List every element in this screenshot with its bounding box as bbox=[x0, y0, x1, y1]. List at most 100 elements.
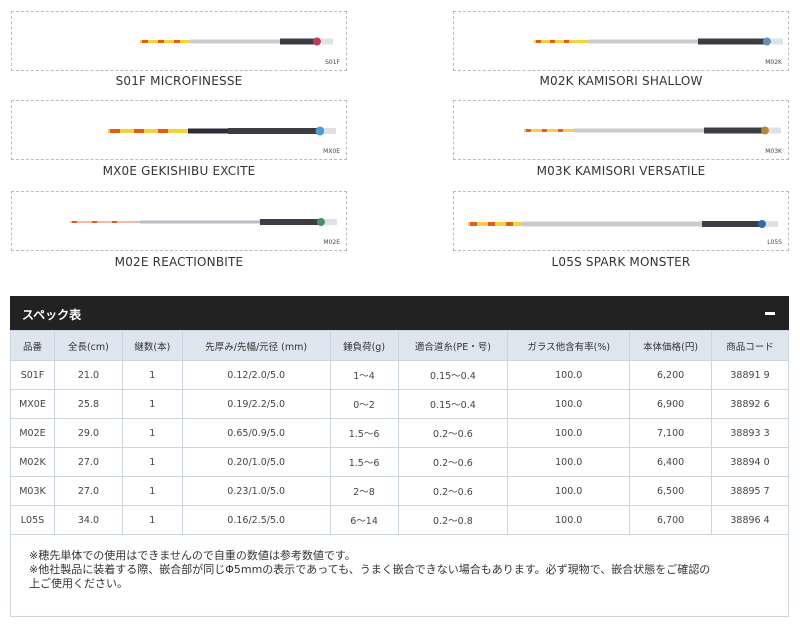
table-cell: 1 bbox=[121, 505, 183, 535]
table-row: M03K 27.0 1 0.23/1.0/5.0 2～8 0.2～0.6 100… bbox=[10, 476, 789, 506]
table-cell: 38893 3 bbox=[711, 418, 789, 448]
table-row: M02E 29.0 1 0.65/0.9/5.0 1.5～6 0.2～0.6 1… bbox=[10, 418, 789, 448]
table-cell: 7,100 bbox=[629, 418, 713, 448]
table-cell: 0～2 bbox=[329, 389, 399, 419]
rod-tip-image bbox=[70, 218, 337, 226]
table-cell: 1 bbox=[121, 418, 183, 448]
note-line: ※他社製品に装着する際、嵌合部が同じΦ5mmの表示であっても、うまく嵌合できない… bbox=[29, 563, 711, 576]
table-cell: 1～4 bbox=[329, 360, 399, 390]
table-cell: 1 bbox=[121, 389, 183, 419]
product-card-m02k[interactable]: M02K bbox=[453, 11, 789, 71]
rod-tip-image bbox=[108, 126, 336, 136]
product-name[interactable]: S01F MICROFINESSE bbox=[11, 74, 347, 88]
table-cell: 38891 9 bbox=[711, 360, 789, 390]
table-cell: 6,200 bbox=[629, 360, 713, 390]
column-header: 継数(本) bbox=[121, 330, 183, 361]
table-cell: 6,500 bbox=[629, 476, 713, 506]
table-cell: 1.5～6 bbox=[329, 447, 399, 477]
column-header: 先厚み/先幅/元径 (mm) bbox=[181, 330, 331, 361]
table-cell: 0.2～0.8 bbox=[397, 505, 509, 535]
table-cell: 6,700 bbox=[629, 505, 713, 535]
note-line: 上ご使用ください。 bbox=[29, 577, 128, 590]
table-cell: 0.15～0.4 bbox=[397, 389, 509, 419]
table-cell: 27.0 bbox=[53, 447, 123, 477]
table-cell: 38895 7 bbox=[711, 476, 789, 506]
table-cell: S01F bbox=[10, 360, 55, 390]
table-cell: 6,400 bbox=[629, 447, 713, 477]
product-card-mx0e[interactable]: MX0E bbox=[11, 100, 347, 160]
table-cell: 1 bbox=[121, 447, 183, 477]
column-header: 適合道糸(PE・号) bbox=[397, 330, 509, 361]
product-code-label: M02K bbox=[765, 59, 782, 66]
table-cell: 0.23/1.0/5.0 bbox=[181, 476, 331, 506]
table-cell: M02E bbox=[10, 418, 55, 448]
table-cell: 0.2～0.6 bbox=[397, 476, 509, 506]
spec-header[interactable]: スペック表 bbox=[10, 296, 789, 330]
column-header: ガラス他含有率(%) bbox=[507, 330, 631, 361]
product-code-label: L05S bbox=[767, 239, 782, 246]
table-cell: 6～14 bbox=[329, 505, 399, 535]
table-cell: 34.0 bbox=[53, 505, 123, 535]
table-header-row: 品番 全長(cm) 継数(本) 先厚み/先幅/元径 (mm) 錘負荷(g) 適合… bbox=[10, 330, 789, 361]
product-name[interactable]: L05S SPARK MONSTER bbox=[453, 255, 789, 269]
table-cell: 29.0 bbox=[53, 418, 123, 448]
table-row: S01F 21.0 1 0.12/2.0/5.0 1～4 0.15～0.4 10… bbox=[10, 360, 789, 390]
product-card-m02e[interactable]: M02E bbox=[11, 191, 347, 251]
table-cell: 100.0 bbox=[507, 360, 631, 390]
table-cell: 0.12/2.0/5.0 bbox=[181, 360, 331, 390]
spec-section: スペック表 品番 全長(cm) 継数(本) 先厚み/先幅/元径 (mm) 錘負荷… bbox=[10, 296, 789, 617]
rod-tip-image bbox=[468, 220, 778, 228]
table-cell: 0.15～0.4 bbox=[397, 360, 509, 390]
table-cell: 100.0 bbox=[507, 505, 631, 535]
table-cell: 100.0 bbox=[507, 476, 631, 506]
note-line: ※穂先単体での使用はできませんので自重の数値は参考数値です。 bbox=[29, 549, 356, 562]
table-cell: 1 bbox=[121, 476, 183, 506]
rod-tip-image bbox=[140, 37, 333, 46]
product-name[interactable]: M02K KAMISORI SHALLOW bbox=[453, 74, 789, 88]
product-code-label: M02E bbox=[323, 239, 340, 246]
spec-notes: ※穂先単体での使用はできませんので自重の数値は参考数値です。 ※他社製品に装着す… bbox=[10, 535, 789, 617]
table-cell: M03K bbox=[10, 476, 55, 506]
table-cell: MX0E bbox=[10, 389, 55, 419]
column-header: 本体価格(円) bbox=[629, 330, 713, 361]
product-code-label: S01F bbox=[325, 59, 340, 66]
product-card-l05s[interactable]: L05S bbox=[453, 191, 789, 251]
product-name[interactable]: MX0E GEKISHIBU EXCITE bbox=[11, 164, 347, 178]
table-cell: 21.0 bbox=[53, 360, 123, 390]
product-code-label: M03K bbox=[765, 148, 782, 155]
table-cell: 0.2～0.6 bbox=[397, 418, 509, 448]
table-cell: 2～8 bbox=[329, 476, 399, 506]
table-cell: 100.0 bbox=[507, 389, 631, 419]
table-cell: 0.19/2.2/5.0 bbox=[181, 389, 331, 419]
table-cell: M02K bbox=[10, 447, 55, 477]
table-row: M02K 27.0 1 0.20/1.0/5.0 1.5～6 0.2～0.6 1… bbox=[10, 447, 789, 477]
product-code-label: MX0E bbox=[323, 148, 340, 155]
table-cell: 6,900 bbox=[629, 389, 713, 419]
table-cell: 0.20/1.0/5.0 bbox=[181, 447, 331, 477]
column-header: 錘負荷(g) bbox=[329, 330, 399, 361]
table-cell: 38892 6 bbox=[711, 389, 789, 419]
table-row: L05S 34.0 1 0.16/2.5/5.0 6～14 0.2～0.8 10… bbox=[10, 505, 789, 535]
table-cell: 0.16/2.5/5.0 bbox=[181, 505, 331, 535]
product-card-m03k[interactable]: M03K bbox=[453, 100, 789, 160]
table-cell: 38896 4 bbox=[711, 505, 789, 535]
table-cell: 0.2～0.6 bbox=[397, 447, 509, 477]
table-cell: 38894 0 bbox=[711, 447, 789, 477]
product-name[interactable]: M02E REACTIONBITE bbox=[11, 255, 347, 269]
spec-title: スペック表 bbox=[22, 308, 82, 322]
column-header: 全長(cm) bbox=[53, 330, 123, 361]
table-cell: 25.8 bbox=[53, 389, 123, 419]
column-header: 品番 bbox=[10, 330, 55, 361]
table-cell: 100.0 bbox=[507, 418, 631, 448]
table-cell: 0.65/0.9/5.0 bbox=[181, 418, 331, 448]
table-cell: 1.5～6 bbox=[329, 418, 399, 448]
collapse-icon[interactable] bbox=[765, 312, 775, 315]
spec-table: 品番 全長(cm) 継数(本) 先厚み/先幅/元径 (mm) 錘負荷(g) 適合… bbox=[10, 330, 789, 535]
product-name[interactable]: M03K KAMISORI VERSATILE bbox=[453, 164, 789, 178]
table-row: MX0E 25.8 1 0.19/2.2/5.0 0～2 0.15～0.4 10… bbox=[10, 389, 789, 419]
rod-tip-image bbox=[524, 126, 781, 135]
product-card-s01f[interactable]: S01F bbox=[11, 11, 347, 71]
table-cell: L05S bbox=[10, 505, 55, 535]
rod-tip-image bbox=[534, 37, 783, 46]
column-header: 商品コード bbox=[711, 330, 789, 361]
